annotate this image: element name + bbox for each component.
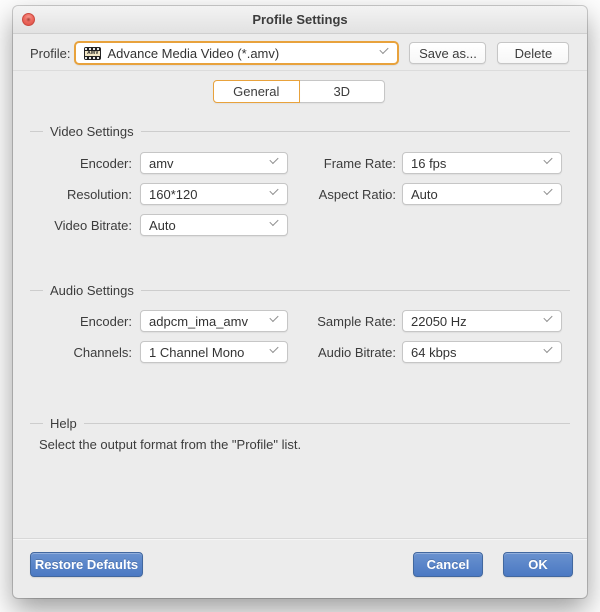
ok-button[interactable]: OK [503, 552, 573, 577]
save-as-button[interactable]: Save as... [409, 42, 486, 64]
amv-film-icon: AMV [84, 47, 101, 60]
frame-rate-select[interactable]: 16 fps [402, 152, 562, 174]
video-settings-header: Video Settings [30, 124, 570, 138]
chevron-down-icon [380, 47, 388, 55]
profile-toolbar: Profile: AMV Advance Media Video (*.amv)… [30, 42, 569, 64]
profile-settings-window: Profile Settings Profile: AMV Advance Me… [13, 6, 587, 598]
video-encoder-select[interactable]: amv [140, 152, 288, 174]
audio-bitrate-label: Audio Bitrate: [288, 345, 402, 360]
profile-select-value: Advance Media Video (*.amv) [107, 46, 279, 61]
channels-select[interactable]: 1 Channel Mono [140, 341, 288, 363]
audio-row-2: Channels: 1 Channel Mono Audio Bitrate: … [30, 340, 562, 364]
video-settings-title: Video Settings [50, 124, 134, 139]
video-row-2: Resolution: 160*120 Aspect Ratio: Auto [30, 182, 562, 206]
audio-settings-title: Audio Settings [50, 283, 134, 298]
audio-encoder-label: Encoder: [30, 314, 140, 329]
help-title: Help [50, 416, 77, 431]
sample-rate-select[interactable]: 22050 Hz [402, 310, 562, 332]
chevron-down-icon [270, 157, 278, 165]
audio-encoder-select[interactable]: adpcm_ima_amv [140, 310, 288, 332]
video-row-3: Video Bitrate: Auto [30, 213, 288, 237]
tab-3d[interactable]: 3D [300, 80, 386, 103]
window-title: Profile Settings [13, 6, 587, 33]
channels-label: Channels: [30, 345, 140, 360]
chevron-down-icon [270, 219, 278, 227]
help-header: Help [30, 416, 570, 430]
title-bar: Profile Settings [13, 6, 587, 34]
cancel-button[interactable]: Cancel [413, 552, 483, 577]
frame-rate-label: Frame Rate: [288, 156, 402, 171]
help-text: Select the output format from the "Profi… [39, 437, 301, 452]
toolbar-divider [13, 70, 587, 71]
audio-row-1: Encoder: adpcm_ima_amv Sample Rate: 2205… [30, 309, 562, 333]
chevron-down-icon [544, 157, 552, 165]
video-row-1: Encoder: amv Frame Rate: 16 fps [30, 151, 562, 175]
video-encoder-label: Encoder: [30, 156, 140, 171]
chevron-down-icon [270, 346, 278, 354]
profile-label: Profile: [30, 46, 70, 61]
video-bitrate-select[interactable]: Auto [140, 214, 288, 236]
chevron-down-icon [270, 188, 278, 196]
delete-button[interactable]: Delete [497, 42, 569, 64]
chevron-down-icon [270, 315, 278, 323]
audio-bitrate-select[interactable]: 64 kbps [402, 341, 562, 363]
tab-general[interactable]: General [213, 80, 300, 103]
profile-select[interactable]: AMV Advance Media Video (*.amv) [74, 41, 399, 65]
audio-settings-header: Audio Settings [30, 283, 570, 297]
aspect-ratio-label: Aspect Ratio: [288, 187, 402, 202]
resolution-label: Resolution: [30, 187, 140, 202]
close-icon[interactable] [22, 13, 35, 26]
chevron-down-icon [544, 188, 552, 196]
video-bitrate-label: Video Bitrate: [30, 218, 140, 233]
sample-rate-label: Sample Rate: [288, 314, 402, 329]
resolution-select[interactable]: 160*120 [140, 183, 288, 205]
footer-divider [13, 538, 587, 539]
chevron-down-icon [544, 315, 552, 323]
tab-bar: General 3D [213, 80, 385, 103]
restore-defaults-button[interactable]: Restore Defaults [30, 552, 143, 577]
aspect-ratio-select[interactable]: Auto [402, 183, 562, 205]
chevron-down-icon [544, 346, 552, 354]
